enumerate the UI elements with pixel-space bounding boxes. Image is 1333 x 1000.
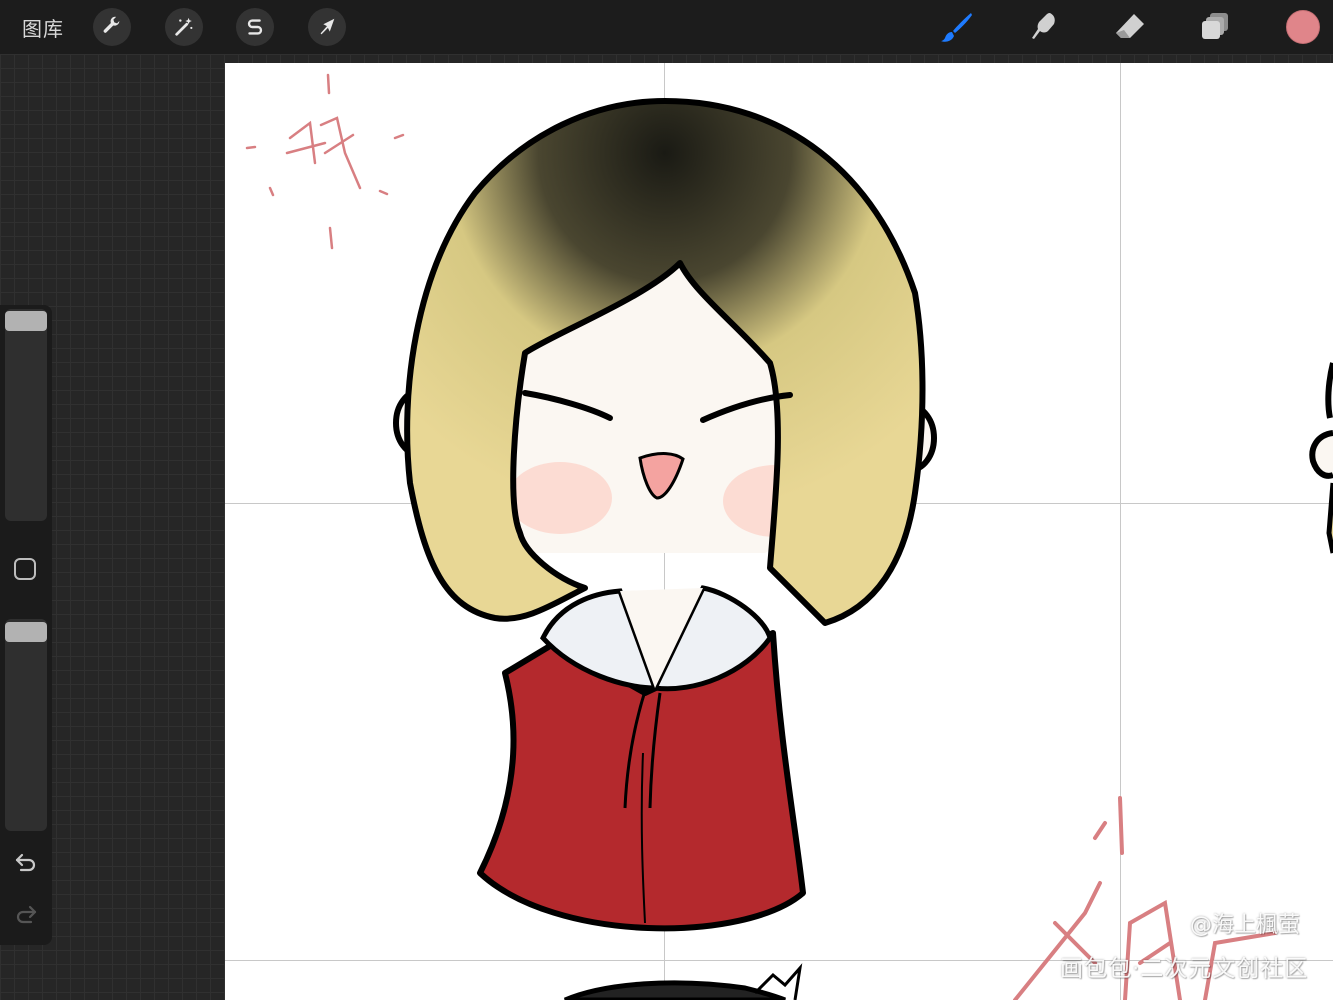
color-picker-button[interactable]: [1286, 10, 1320, 44]
layers-button[interactable]: [1199, 10, 1233, 44]
arrow-cursor-icon: [320, 18, 335, 35]
adjustments-button[interactable]: [165, 8, 203, 46]
wrench-icon: [103, 16, 120, 33]
smudge-icon: [1032, 13, 1055, 39]
eraser-tool-button[interactable]: [1113, 10, 1147, 44]
opacity-thumb[interactable]: [5, 622, 47, 642]
brush-icon: [941, 13, 972, 42]
magic-wand-icon: [175, 17, 193, 36]
gallery-button[interactable]: 图库: [22, 13, 64, 42]
modify-button[interactable]: [14, 558, 36, 580]
actions-button[interactable]: [93, 8, 131, 46]
layers-icon: [1202, 13, 1228, 39]
top-toolbar: 图库: [0, 0, 1333, 54]
selection-button[interactable]: [236, 8, 274, 46]
brush-size-slider[interactable]: [5, 309, 47, 521]
watermark-author: @海上楓萤: [1190, 913, 1301, 938]
redo-icon: [16, 905, 37, 924]
smudge-tool-button[interactable]: [1027, 10, 1061, 44]
redo-button[interactable]: [12, 900, 40, 928]
brush-size-thumb[interactable]: [5, 311, 47, 331]
left-sidebar: [0, 305, 52, 945]
selection-s-icon: [247, 19, 263, 35]
drawing-canvas[interactable]: @海上楓萤 画包包·二次元文创社区: [225, 63, 1333, 1000]
transform-button[interactable]: [308, 8, 346, 46]
eraser-icon: [1116, 14, 1144, 38]
undo-button[interactable]: [12, 848, 40, 876]
undo-icon: [15, 853, 36, 872]
artwork-character: [245, 73, 1333, 1000]
brush-tool-button[interactable]: [940, 10, 974, 44]
watermark-site: 画包包·二次元文创社区: [1060, 956, 1309, 982]
opacity-slider[interactable]: [5, 619, 47, 831]
